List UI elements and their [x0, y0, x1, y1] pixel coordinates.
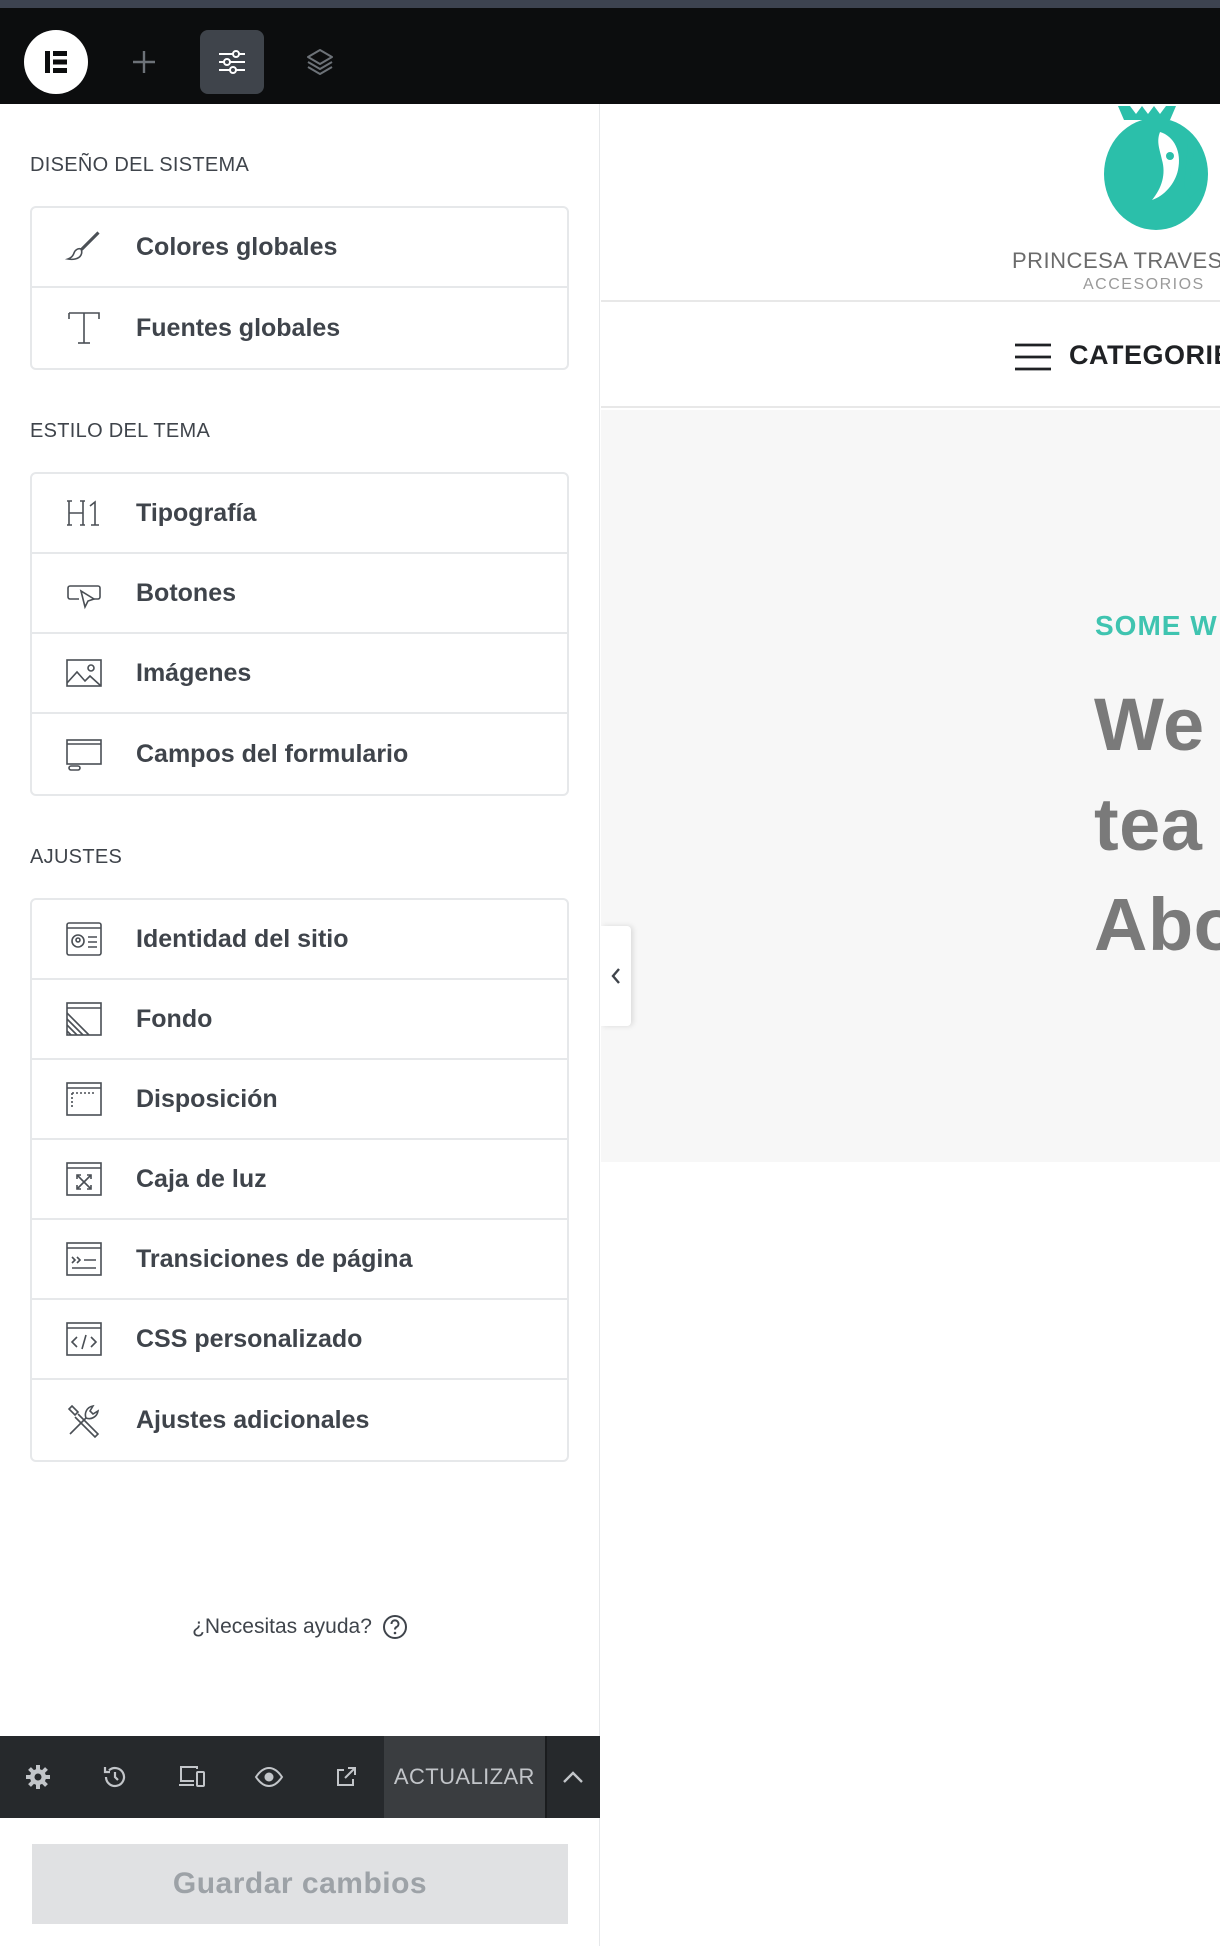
update-label: ACTUALIZAR	[393, 1764, 535, 1789]
hamburger-menu-icon[interactable]	[1015, 342, 1051, 372]
update-button[interactable]: ACTUALIZAR	[383, 1736, 545, 1818]
system-design-group: Colores globales Fuentes globales	[30, 206, 569, 370]
menu-item-label: Botones	[136, 578, 236, 607]
elementor-logo-icon	[45, 51, 67, 73]
menu-item-label: Fondo	[136, 1004, 213, 1033]
menu-item-global-fonts[interactable]: Fuentes globales	[32, 288, 567, 368]
view-page-button[interactable]	[307, 1736, 384, 1818]
chevron-up-icon	[563, 1771, 584, 1783]
sliders-icon	[219, 50, 245, 74]
menu-item-buttons[interactable]: Botones	[32, 554, 567, 634]
menu-item-label: Caja de luz	[136, 1164, 267, 1193]
menu-item-page-transitions[interactable]: Transiciones de página	[32, 1220, 567, 1300]
background-icon	[32, 999, 136, 1039]
devices-icon	[178, 1766, 205, 1787]
brand-name: PRINCESA TRAVES	[1012, 248, 1220, 273]
form-field-icon	[32, 734, 136, 774]
page-transitions-icon	[32, 1239, 136, 1279]
brand-subtitle: ACCESORIOS	[1083, 276, 1205, 293]
gear-icon	[26, 1765, 51, 1789]
editor-top-bar	[0, 8, 1220, 104]
history-icon	[104, 1766, 126, 1788]
menu-item-label: Campos del formulario	[136, 739, 409, 768]
site-identity-icon	[32, 919, 136, 959]
site-nav: CATEGORIE	[601, 304, 1220, 408]
categories-menu-link[interactable]: CATEGORIE	[1069, 340, 1220, 371]
question-circle-icon	[382, 1615, 407, 1639]
menu-item-global-colors[interactable]: Colores globales	[32, 208, 567, 288]
elementor-logo-button[interactable]	[24, 30, 88, 94]
hero-section: SOME W We tea Abo	[601, 410, 1220, 1162]
menu-item-form-fields[interactable]: Campos del formulario	[32, 714, 567, 794]
menu-item-label: Imágenes	[136, 658, 252, 687]
site-header: PRINCESA TRAVES ACCESORIOS	[601, 104, 1220, 302]
hero-heading-line-2: tea	[1094, 783, 1203, 866]
preview-button[interactable]	[230, 1736, 307, 1818]
layout-icon	[32, 1079, 136, 1119]
collapse-panel-button[interactable]	[601, 926, 631, 1026]
site-settings-panel: DISEÑO DEL SISTEMA Colores globales Fuen…	[0, 104, 600, 1946]
editor-window: DISEÑO DEL SISTEMA Colores globales Fuen…	[0, 0, 1220, 1946]
menu-item-label: Disposición	[136, 1084, 278, 1113]
text-font-icon	[32, 308, 136, 348]
menu-item-label: Identidad del sitio	[136, 924, 349, 953]
window-top-strip	[0, 0, 1220, 8]
menu-item-label: CSS personalizado	[136, 1324, 363, 1353]
menu-item-label: Fuentes globales	[136, 313, 341, 342]
hero-kicker: SOME W	[1095, 610, 1218, 641]
menu-item-additional-settings[interactable]: Ajustes adicionales	[32, 1380, 567, 1460]
external-link-icon	[336, 1767, 356, 1786]
menu-item-label: Transiciones de página	[136, 1244, 413, 1273]
lightbox-icon	[32, 1159, 136, 1199]
help-label: ¿Necesitas ayuda?	[192, 1615, 372, 1638]
hero-heading-line-1: We	[1094, 683, 1205, 766]
save-options-button[interactable]	[544, 1736, 600, 1818]
hero-heading-line-3: Abo	[1094, 883, 1220, 966]
menu-item-label: Colores globales	[136, 232, 338, 261]
menu-item-background[interactable]: Fondo	[32, 980, 567, 1060]
custom-css-icon	[32, 1319, 136, 1359]
brush-icon	[32, 227, 136, 267]
menu-item-images[interactable]: Imágenes	[32, 634, 567, 714]
h1-icon	[32, 493, 136, 533]
menu-item-label: Tipografía	[136, 498, 257, 527]
chevron-left-icon	[611, 968, 620, 984]
theme-style-group: Tipografía Botones Imágenes Campos del f…	[30, 472, 569, 796]
menu-item-site-identity[interactable]: Identidad del sitio	[32, 900, 567, 980]
image-icon	[32, 653, 136, 693]
responsive-mode-button[interactable]	[154, 1736, 231, 1818]
site-settings-button[interactable]	[200, 30, 264, 94]
save-changes-button[interactable]: Guardar cambios	[32, 1844, 568, 1924]
save-label: Guardar cambios	[172, 1867, 428, 1900]
structure-button[interactable]	[288, 30, 352, 94]
section-title-system-design: DISEÑO DEL SISTEMA	[30, 154, 250, 176]
plus-icon	[133, 51, 155, 73]
page-preview: PRINCESA TRAVES ACCESORIOS CATEGORIE SOM…	[601, 104, 1220, 1946]
layers-icon	[307, 49, 333, 75]
menu-item-label: Ajustes adicionales	[136, 1405, 370, 1434]
section-title-settings: AJUSTES	[30, 846, 123, 868]
princess-logo-icon	[1104, 106, 1208, 230]
settings-footer-button[interactable]	[0, 1736, 77, 1818]
history-button[interactable]	[77, 1736, 154, 1818]
panel-footer: ACTUALIZAR	[0, 1736, 600, 1818]
section-title-theme-style: ESTILO DEL TEMA	[30, 420, 211, 442]
button-cursor-icon	[32, 573, 136, 613]
menu-item-lightbox[interactable]: Caja de luz	[32, 1140, 567, 1220]
menu-item-layout[interactable]: Disposición	[32, 1060, 567, 1140]
settings-group: Identidad del sitio Fondo Disposición Ca…	[30, 898, 569, 1462]
tools-icon	[32, 1400, 136, 1440]
add-element-button[interactable]	[112, 30, 176, 94]
menu-item-typography[interactable]: Tipografía	[32, 474, 567, 554]
eye-icon	[254, 1766, 283, 1788]
menu-item-custom-css[interactable]: CSS personalizado	[32, 1300, 567, 1380]
help-link[interactable]: ¿Necesitas ayuda?	[0, 1614, 600, 1640]
